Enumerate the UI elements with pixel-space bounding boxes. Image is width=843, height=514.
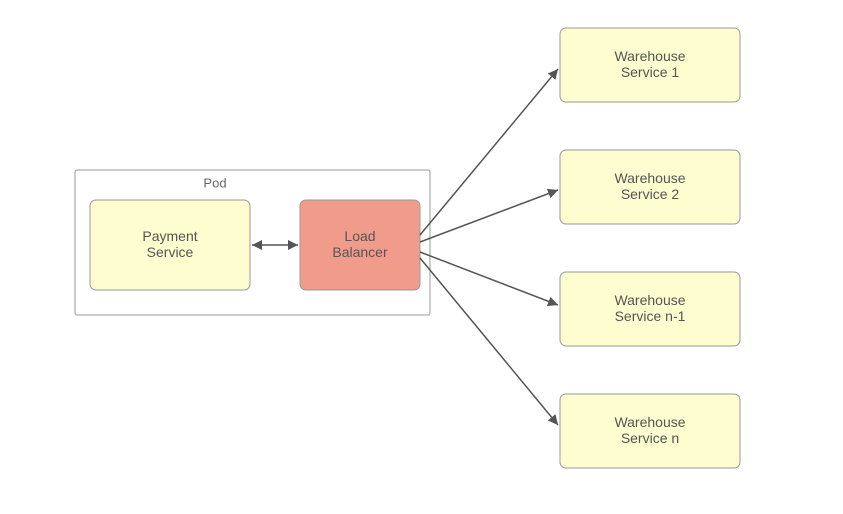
warehouse-2-label: WarehouseService 2 (614, 170, 685, 202)
edge-lb-whn (420, 258, 558, 425)
edge-lb-whn1 (420, 252, 558, 305)
warehouse-1-label: WarehouseService 1 (614, 48, 685, 80)
warehouse-n-1-label: WarehouseService n-1 (614, 292, 685, 324)
pod-label: Pod (203, 175, 226, 190)
edge-lb-wh1 (420, 69, 558, 235)
payment-service-label: PaymentService (142, 228, 197, 260)
warehouse-n-label: WarehouseService n (614, 414, 685, 446)
architecture-diagram: Pod PaymentService LoadBalancer Warehous… (0, 0, 843, 514)
edge-lb-wh2 (420, 190, 558, 242)
